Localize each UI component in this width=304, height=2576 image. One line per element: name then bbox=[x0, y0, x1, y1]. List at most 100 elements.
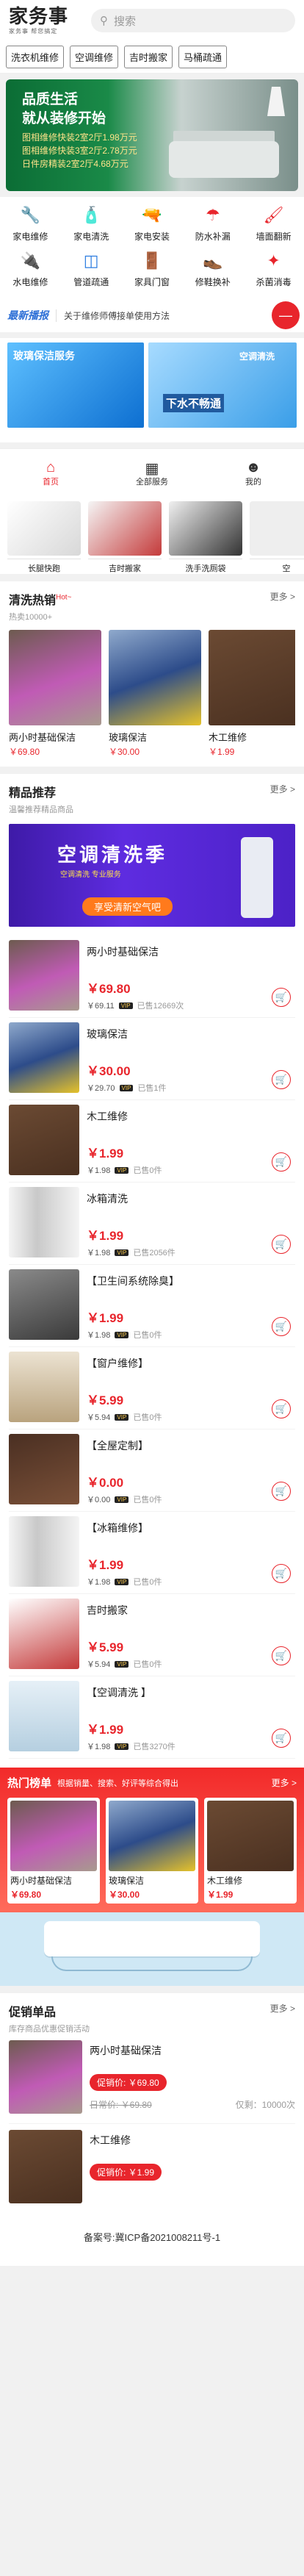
tab-label: 首页 bbox=[43, 477, 59, 487]
header: 家务事 家务事 帮您搞定 ⚲ 搜索 bbox=[0, 0, 304, 41]
sale-row[interactable]: 两小时基础保洁 促销价: ￥69.80 日常价: ￥69.80 仅剩：10000次 bbox=[9, 2034, 295, 2124]
category-label: 防水补漏 bbox=[195, 232, 231, 242]
logo[interactable]: 家务事 家务事 帮您搞定 bbox=[9, 6, 82, 35]
drill-icon: 🔫 bbox=[142, 206, 162, 224]
tab-all-services[interactable]: ▦ 全部服务 bbox=[101, 449, 203, 497]
cart-icon[interactable]: 🛒 bbox=[272, 988, 291, 1007]
search-input[interactable]: ⚲ 搜索 bbox=[91, 9, 295, 32]
category-item[interactable]: 🔧 家电维修 bbox=[0, 204, 61, 250]
member-price: ￥1.98 bbox=[87, 1743, 111, 1751]
chip-item[interactable]: 吉时搬家 bbox=[88, 501, 162, 573]
product-row[interactable]: 吉时搬家 ￥5.99 ￥5.94 VIP 已售0件 🛒 bbox=[9, 1594, 295, 1676]
member-price: ￥1.98 bbox=[87, 1249, 111, 1257]
promo-glass-cleaning[interactable]: 玻璃保洁服务 bbox=[7, 342, 144, 428]
cart-icon[interactable]: 🛒 bbox=[272, 1317, 291, 1336]
tag-item[interactable]: 空调维修 bbox=[70, 46, 119, 68]
product-image bbox=[9, 1187, 79, 1257]
product-name: 玻璃保洁 bbox=[109, 732, 148, 743]
grid-icon: ▦ bbox=[145, 460, 159, 477]
category-label: 杀菌消毒 bbox=[256, 277, 292, 287]
category-item[interactable]: 👞 修鞋换补 bbox=[182, 250, 243, 295]
spray-icon: 🧴 bbox=[81, 206, 101, 224]
news-text[interactable]: 关于维修师傅接单使用方法 bbox=[56, 309, 264, 322]
product-row[interactable]: 两小时基础保洁 ￥69.80 ￥69.11 VIP 已售12669次 🛒 bbox=[9, 936, 295, 1018]
cart-icon[interactable]: 🛒 bbox=[272, 1482, 291, 1501]
product-price: ￥69.80 bbox=[10, 1890, 42, 1900]
product-name: 两小时基础保洁 bbox=[10, 1876, 73, 1886]
vip-badge: VIP bbox=[115, 1496, 129, 1503]
cart-icon[interactable]: 🛒 bbox=[272, 1070, 291, 1089]
product-row[interactable]: 木工维修 ￥1.99 ￥1.98 VIP 已售0件 🛒 bbox=[9, 1100, 295, 1183]
chip-image bbox=[169, 501, 242, 556]
product-row[interactable]: 【冰箱维修】 ￥1.99 ￥1.98 VIP 已售0件 🛒 bbox=[9, 1512, 295, 1594]
product-card[interactable]: 玻璃保洁 ￥30.00 bbox=[109, 630, 201, 758]
cart-icon[interactable]: 🛒 bbox=[272, 1564, 291, 1583]
hot-card[interactable]: 两小时基础保洁 ￥69.80 bbox=[7, 1798, 100, 1904]
ac-cleaning-ad[interactable]: 空调清洗季 空调清洗 专业服务 享受清新空气吧 bbox=[9, 824, 295, 927]
product-row[interactable]: 【全屋定制】 ￥0.00 ￥0.00 VIP 已售0件 🛒 bbox=[9, 1429, 295, 1512]
sale-row[interactable]: 木工维修 促销价: ￥1.99 bbox=[9, 2124, 295, 2214]
hero-banner[interactable]: 品质生活 就从装修开始 图相维修快装2室2厅1.98万元 图相维修快装3室2厅2… bbox=[6, 79, 298, 191]
product-row[interactable]: 【卫生间系统除臭】 ￥1.99 ￥1.98 VIP 已售0件 🛒 bbox=[9, 1265, 295, 1347]
member-price: ￥5.94 bbox=[87, 1660, 111, 1669]
product-row[interactable]: 【窗户维修】 ￥5.99 ￥5.94 VIP 已售0件 🛒 bbox=[9, 1347, 295, 1429]
product-name: 两小时基础保洁 bbox=[87, 946, 159, 958]
category-label: 修鞋换补 bbox=[195, 277, 231, 287]
tab-home[interactable]: ⌂ 首页 bbox=[0, 449, 101, 497]
tab-mine[interactable]: ☻ 我的 bbox=[203, 449, 304, 497]
hot-card[interactable]: 玻璃保洁 ￥30.00 bbox=[106, 1798, 198, 1904]
cart-icon[interactable]: 🛒 bbox=[272, 1152, 291, 1172]
cart-icon[interactable]: 🛒 bbox=[272, 1646, 291, 1665]
product-image bbox=[9, 1681, 79, 1751]
ac-illustration-banner[interactable] bbox=[0, 1912, 304, 1986]
hot-card[interactable]: 木工维修 ￥1.99 bbox=[204, 1798, 297, 1904]
category-item[interactable]: 🔫 家电安装 bbox=[122, 204, 183, 250]
category-item[interactable]: 🖌 墙面翻新 bbox=[243, 204, 304, 250]
more-link[interactable]: 更多 > bbox=[272, 1776, 297, 1789]
sold-count: 已售3270件 bbox=[133, 1743, 175, 1751]
product-card[interactable]: 木工维修 ￥1.99 bbox=[209, 630, 295, 758]
category-item[interactable]: 🔌 水电维修 bbox=[0, 250, 61, 295]
product-price: ￥69.80 bbox=[9, 747, 40, 757]
category-item[interactable]: ◫ 管道疏通 bbox=[61, 250, 122, 295]
chip-item[interactable]: 洗手洗厕袋 bbox=[169, 501, 242, 573]
tag-item[interactable]: 马桶疏通 bbox=[178, 46, 228, 68]
category-item[interactable]: ✦ 杀菌消毒 bbox=[243, 250, 304, 295]
more-link[interactable]: 更多 > bbox=[270, 590, 295, 603]
chip-item[interactable]: 长腿快跑 bbox=[7, 501, 81, 573]
sold-count: 已售0件 bbox=[133, 1166, 162, 1175]
product-image bbox=[9, 1516, 79, 1587]
ad-button[interactable]: 享受清新空气吧 bbox=[82, 897, 173, 916]
vip-badge: VIP bbox=[118, 1002, 133, 1009]
product-name: 木工维修 bbox=[87, 1111, 128, 1122]
news-logo: 最新播报 bbox=[7, 309, 48, 321]
category-item[interactable]: 🚪 家具门窗 bbox=[122, 250, 183, 295]
chip-item[interactable]: 空 bbox=[250, 501, 304, 573]
product-card[interactable]: 两小时基础保洁 ￥69.80 bbox=[9, 630, 101, 758]
sofa-image bbox=[169, 141, 279, 178]
more-link[interactable]: 更多 > bbox=[270, 2002, 295, 2014]
sold-count: 已售2056件 bbox=[133, 1249, 175, 1257]
cart-icon[interactable]: 🛒 bbox=[272, 1729, 291, 1748]
product-image bbox=[207, 1801, 294, 1871]
banner-line3: 图相维修快装2室2厅1.98万元 bbox=[22, 132, 137, 143]
more-link[interactable]: 更多 > bbox=[270, 783, 295, 795]
promo-ac-cleaning[interactable]: 空调清洗 下水不畅通 bbox=[148, 342, 297, 428]
product-image bbox=[109, 1801, 195, 1871]
footer-icp[interactable]: 备案号:冀ICP备2021008211号-1 bbox=[0, 2222, 304, 2266]
category-item[interactable]: 🧴 家电清洗 bbox=[61, 204, 122, 250]
sale-price-badge: 促销价: ￥1.99 bbox=[90, 2164, 162, 2181]
cart-icon[interactable]: 🛒 bbox=[272, 1399, 291, 1418]
product-price: ￥0.00 bbox=[87, 1476, 124, 1490]
sold-count: 已售0件 bbox=[133, 1496, 162, 1504]
news-ticker[interactable]: 最新播报 关于维修师傅接单使用方法 — bbox=[0, 298, 304, 332]
product-price: ￥1.99 bbox=[207, 1890, 234, 1900]
product-row[interactable]: 【空调清洗 】 ￥1.99 ￥1.98 VIP 已售3270件 🛒 bbox=[9, 1676, 295, 1759]
tag-item[interactable]: 吉时搬家 bbox=[124, 46, 173, 68]
cart-icon[interactable]: 🛒 bbox=[272, 1235, 291, 1254]
float-action-button[interactable]: — bbox=[272, 301, 300, 329]
product-row[interactable]: 冰箱清洗 ￥1.99 ￥1.98 VIP 已售2056件 🛒 bbox=[9, 1183, 295, 1265]
tag-item[interactable]: 洗衣机维修 bbox=[6, 46, 65, 68]
product-row[interactable]: 玻璃保洁 ￥30.00 ￥29.70 VIP 已售1件 🛒 bbox=[9, 1018, 295, 1100]
category-item[interactable]: ☂ 防水补漏 bbox=[182, 204, 243, 250]
